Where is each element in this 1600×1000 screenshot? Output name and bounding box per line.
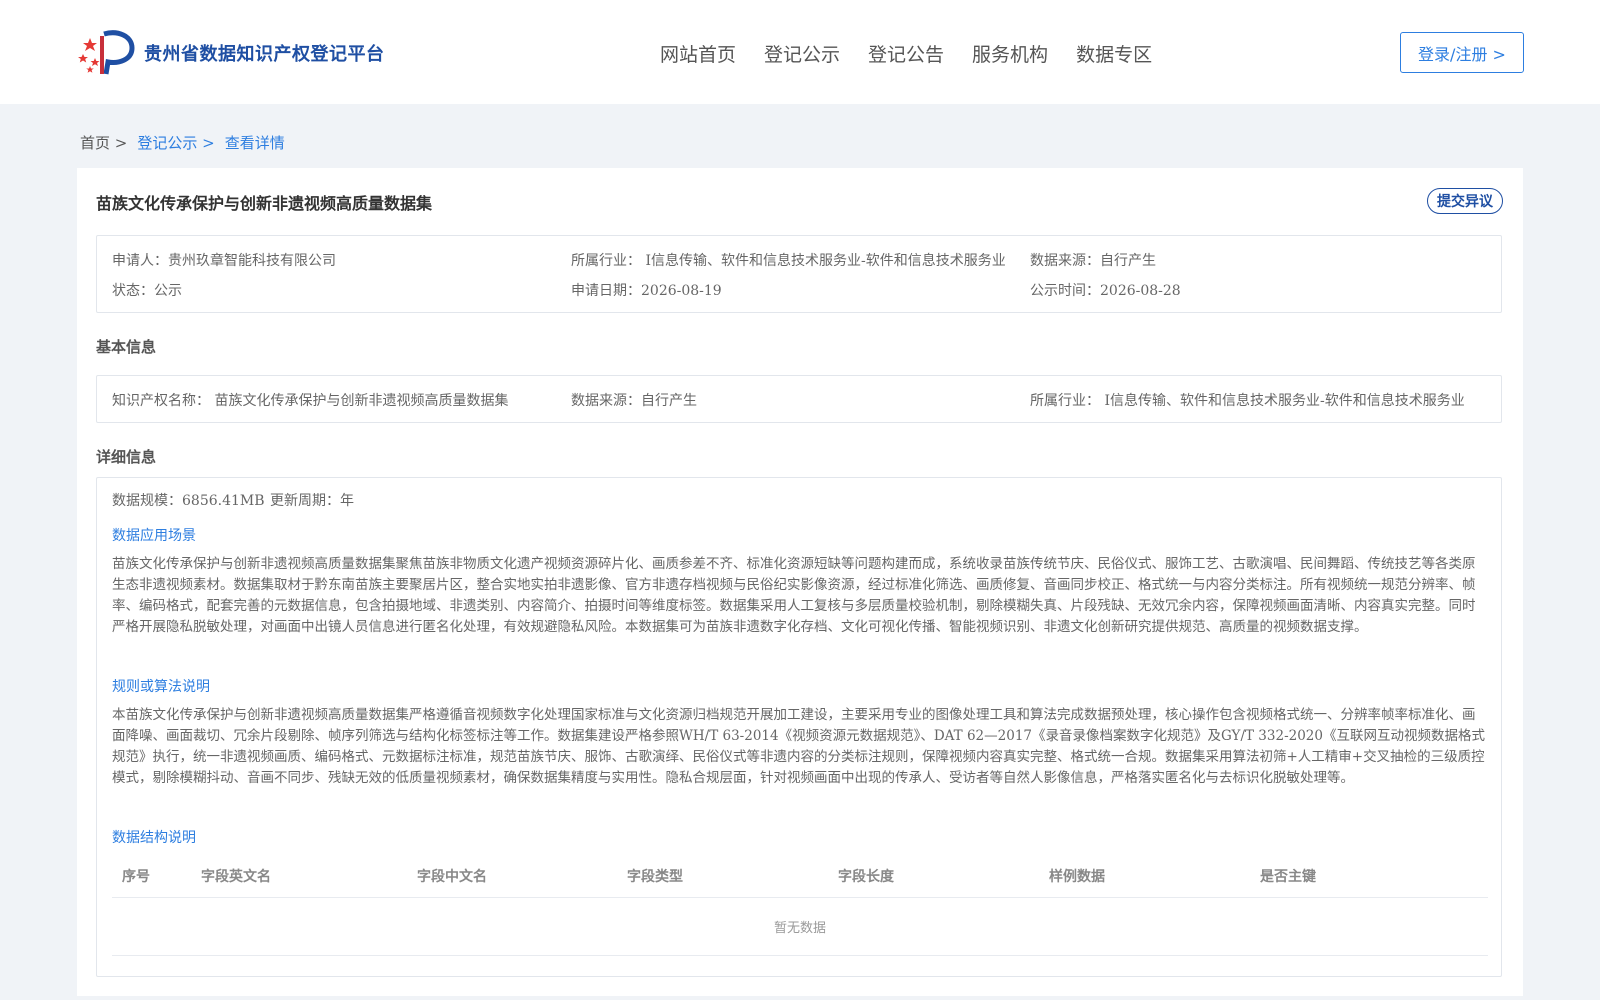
breadcrumb: 首页 > 登记公示 > 查看详情: [80, 132, 285, 153]
applicant-field: 申请人：贵州玖章智能科技有限公司: [112, 253, 336, 269]
col-chinese-name: 字段中文名: [417, 869, 487, 885]
structure-table-header: 序号 字段英文名 字段中文名 字段类型 字段长度 样例数据 是否主键: [112, 858, 1488, 898]
apply-date-field: 申请日期：2026-08-19: [571, 283, 722, 299]
col-sample-data: 样例数据: [1049, 869, 1105, 885]
publish-date-field: 公示时间：2026-08-28: [1030, 283, 1181, 299]
basic-source-field: 数据来源：自行产生: [571, 393, 697, 409]
record-title: 苗族文化传承保护与创新非遗视频高质量数据集: [96, 194, 433, 213]
col-field-length: 字段长度: [838, 869, 894, 885]
site-logo[interactable]: 贵州省数据知识产权登记平台: [78, 28, 385, 78]
nav-home[interactable]: 网站首页: [660, 40, 736, 67]
col-english-name: 字段英文名: [201, 869, 271, 885]
breadcrumb-current: 查看详情: [224, 134, 285, 152]
col-primary-key: 是否主键: [1260, 869, 1316, 885]
basic-info-box: 知识产权名称： 苗族文化传承保护与创新非遗视频高质量数据集 数据来源：自行产生 …: [96, 375, 1502, 423]
login-register-button[interactable]: 登录/注册 >: [1400, 32, 1524, 73]
detail-info-heading: 详细信息: [96, 448, 157, 466]
ip-name-field: 知识产权名称： 苗族文化传承保护与创新非遗视频高质量数据集: [112, 393, 509, 409]
nav-registration-notice[interactable]: 登记公告: [868, 40, 944, 67]
source-field: 数据来源：自行产生: [1030, 253, 1156, 269]
breadcrumb-home[interactable]: 首页 >: [80, 132, 127, 153]
logo-emblem-icon: [78, 30, 135, 75]
data-scale-field: 数据规模：6856.41MB: [112, 493, 265, 509]
industry-field: 所属行业： I信息传输、软件和信息技术服务业-软件和信息技术服务业: [571, 253, 1006, 269]
data-structure-heading: 数据结构说明: [112, 830, 196, 846]
summary-box: 申请人：贵州玖章智能科技有限公司 所属行业： I信息传输、软件和信息技术服务业-…: [96, 235, 1502, 313]
application-scene-text: 苗族文化传承保护与创新非遗视频高质量数据集聚焦苗族非物质文化遗产视频资源碎片化、…: [112, 556, 1476, 635]
rule-algorithm-text: 本苗族文化传承保护与创新非遗视频高质量数据集严格遵循音视频数字化处理国家标准与文…: [112, 707, 1485, 786]
basic-industry-field: 所属行业： I信息传输、软件和信息技术服务业-软件和信息技术服务业: [1030, 393, 1465, 409]
site-name: 贵州省数据知识产权登记平台: [144, 44, 385, 65]
submit-objection-button[interactable]: 提交异议: [1427, 188, 1503, 214]
application-scene-heading: 数据应用场景: [112, 528, 196, 544]
rule-algorithm-heading: 规则或算法说明: [112, 679, 210, 695]
main-nav: 网站首页 登记公示 登记公告 服务机构 数据专区: [660, 40, 1152, 67]
detail-card: 苗族文化传承保护与创新非遗视频高质量数据集 提交异议 申请人：贵州玖章智能科技有…: [77, 168, 1523, 996]
nav-data-zone[interactable]: 数据专区: [1076, 40, 1152, 67]
breadcrumb-publicity[interactable]: 登记公示 >: [137, 132, 214, 153]
update-cycle-field: 更新周期：年: [270, 493, 354, 509]
detail-info-box: 数据规模：6856.41MB 更新周期：年 数据应用场景 苗族文化传承保护与创新…: [96, 477, 1502, 977]
nav-registration-publicity[interactable]: 登记公示: [764, 40, 840, 67]
basic-info-heading: 基本信息: [96, 338, 157, 356]
nav-service-agencies[interactable]: 服务机构: [972, 40, 1048, 67]
col-index: 序号: [122, 869, 150, 885]
col-field-type: 字段类型: [627, 869, 683, 885]
status-field: 状态：公示: [112, 283, 182, 299]
table-empty-state: 暂无数据: [112, 898, 1488, 956]
top-header: 贵州省数据知识产权登记平台 网站首页 登记公示 登记公告 服务机构 数据专区 登…: [0, 0, 1600, 104]
